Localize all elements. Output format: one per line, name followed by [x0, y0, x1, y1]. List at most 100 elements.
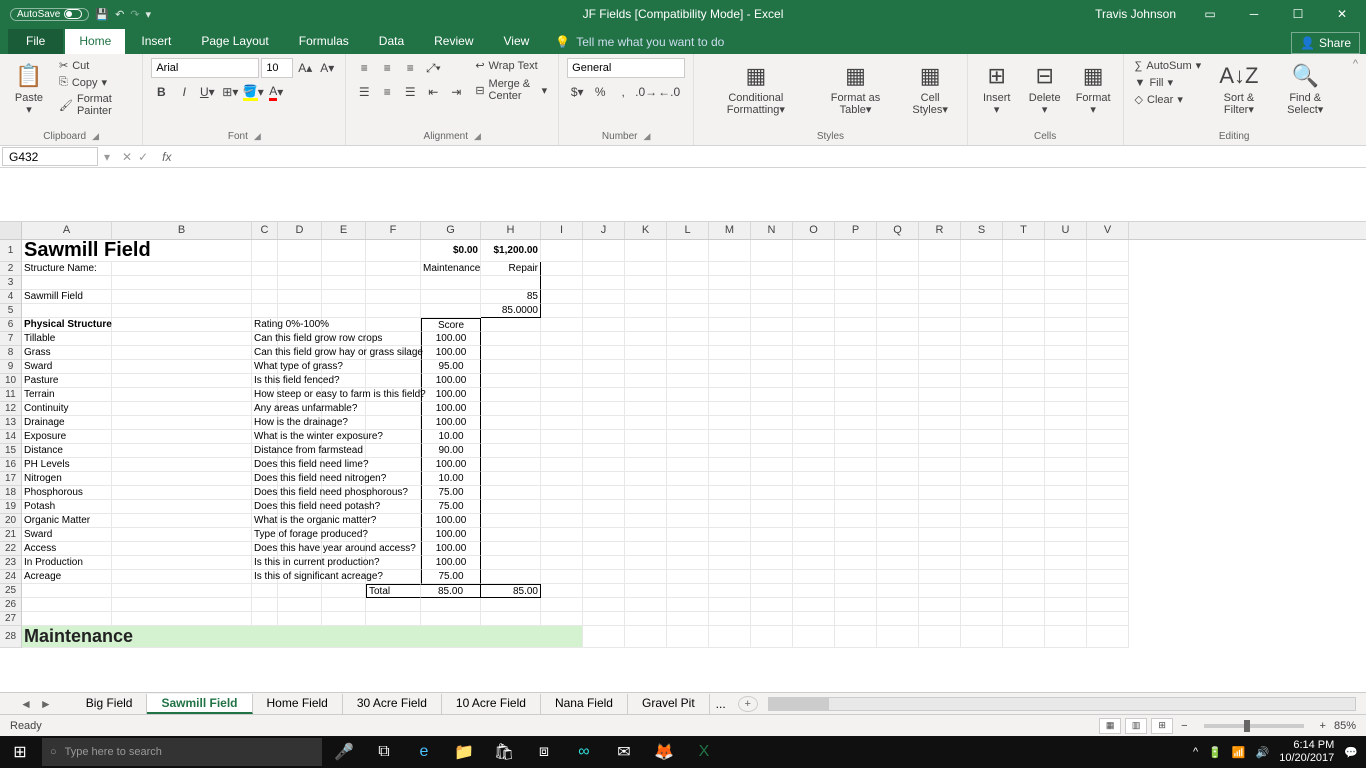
- cell[interactable]: Potash: [22, 500, 112, 514]
- cell[interactable]: [919, 416, 961, 430]
- cell[interactable]: [366, 402, 421, 416]
- cell[interactable]: [1087, 262, 1129, 276]
- cell[interactable]: [481, 402, 541, 416]
- cell[interactable]: [1087, 360, 1129, 374]
- row-header[interactable]: 7: [0, 332, 22, 346]
- cell[interactable]: [961, 556, 1003, 570]
- cell[interactable]: [1087, 402, 1129, 416]
- cell[interactable]: [751, 360, 793, 374]
- cell[interactable]: Phosphorous: [22, 486, 112, 500]
- cell[interactable]: [421, 612, 481, 626]
- edge-icon[interactable]: e: [404, 736, 444, 768]
- cell[interactable]: [751, 388, 793, 402]
- merge-center-button[interactable]: ⊟Merge & Center ▾: [472, 77, 550, 103]
- cell[interactable]: [1045, 612, 1087, 626]
- cell[interactable]: [709, 570, 751, 584]
- cell[interactable]: [1003, 570, 1045, 584]
- fill-color-button[interactable]: 🪣▾: [243, 82, 263, 102]
- mail-icon[interactable]: ✉: [604, 736, 644, 768]
- align-bottom-icon[interactable]: ≡: [400, 58, 420, 78]
- cell[interactable]: [961, 240, 1003, 262]
- cancel-formula-icon[interactable]: ✕: [122, 150, 132, 164]
- cell[interactable]: [1087, 626, 1129, 648]
- cell[interactable]: [793, 304, 835, 318]
- tab-page-layout[interactable]: Page Layout: [187, 29, 282, 54]
- cell[interactable]: [1045, 318, 1087, 332]
- cell[interactable]: [625, 240, 667, 262]
- cell[interactable]: [793, 318, 835, 332]
- cell[interactable]: [112, 444, 252, 458]
- normal-view-icon[interactable]: ▦: [1099, 718, 1121, 734]
- border-button[interactable]: ⊞▾: [220, 82, 240, 102]
- cell[interactable]: [1003, 556, 1045, 570]
- cell[interactable]: [112, 416, 252, 430]
- sheet-tab[interactable]: 10 Acre Field: [442, 694, 541, 714]
- cell[interactable]: 85.00: [421, 584, 481, 598]
- font-launcher-icon[interactable]: ◢: [254, 131, 261, 142]
- cell[interactable]: [252, 584, 278, 598]
- column-header[interactable]: A: [22, 222, 112, 239]
- cell[interactable]: 95.00: [421, 360, 481, 374]
- cell[interactable]: Drainage: [22, 416, 112, 430]
- cell[interactable]: [112, 318, 252, 332]
- cell[interactable]: Any areas unfarmable?: [252, 402, 278, 416]
- cell[interactable]: [583, 612, 625, 626]
- volume-icon[interactable]: 🔊: [1256, 746, 1270, 759]
- cell[interactable]: What is the organic matter?: [252, 514, 278, 528]
- cell[interactable]: [961, 276, 1003, 290]
- tell-me-search[interactable]: 💡Tell me what you want to do: [545, 30, 734, 54]
- cell[interactable]: [835, 402, 877, 416]
- cell[interactable]: [667, 472, 709, 486]
- cell[interactable]: [22, 598, 112, 612]
- cell[interactable]: [877, 332, 919, 346]
- cell[interactable]: [961, 472, 1003, 486]
- alignment-launcher-icon[interactable]: ◢: [474, 131, 481, 142]
- cell[interactable]: [583, 240, 625, 262]
- cell[interactable]: [793, 514, 835, 528]
- cell[interactable]: [835, 416, 877, 430]
- row-header[interactable]: 26: [0, 598, 22, 612]
- cell[interactable]: [793, 240, 835, 262]
- row-header[interactable]: 14: [0, 430, 22, 444]
- cell[interactable]: [541, 598, 583, 612]
- cell[interactable]: [835, 444, 877, 458]
- cell[interactable]: [667, 374, 709, 388]
- cell[interactable]: [481, 374, 541, 388]
- cell[interactable]: Sawmill Field: [22, 240, 252, 262]
- cell[interactable]: [709, 332, 751, 346]
- cell[interactable]: [751, 290, 793, 304]
- cell[interactable]: [835, 304, 877, 318]
- copy-button[interactable]: ⎘Copy ▾: [56, 75, 134, 90]
- cell[interactable]: [481, 416, 541, 430]
- cell[interactable]: [877, 570, 919, 584]
- cell[interactable]: [252, 290, 278, 304]
- cell[interactable]: Does this field need potash?: [252, 500, 278, 514]
- cell[interactable]: [252, 612, 278, 626]
- sheet-tab[interactable]: 30 Acre Field: [343, 694, 442, 714]
- row-header[interactable]: 9: [0, 360, 22, 374]
- cell[interactable]: [709, 444, 751, 458]
- cell[interactable]: Does this field need nitrogen?: [252, 472, 278, 486]
- cell[interactable]: [667, 332, 709, 346]
- cell[interactable]: [751, 612, 793, 626]
- cell[interactable]: Type of forage produced?: [252, 528, 278, 542]
- cell[interactable]: Distance: [22, 444, 112, 458]
- cell[interactable]: [793, 402, 835, 416]
- zoom-thumb[interactable]: [1244, 720, 1250, 732]
- cell[interactable]: [541, 374, 583, 388]
- redo-icon[interactable]: ↷: [130, 8, 139, 21]
- cell[interactable]: [583, 514, 625, 528]
- paste-button[interactable]: 📋 Paste▾: [8, 58, 50, 118]
- cell[interactable]: [835, 626, 877, 648]
- cell[interactable]: [835, 472, 877, 486]
- cell[interactable]: [481, 528, 541, 542]
- cell[interactable]: [751, 416, 793, 430]
- cell[interactable]: [481, 458, 541, 472]
- cell[interactable]: [1087, 458, 1129, 472]
- cell[interactable]: [793, 262, 835, 276]
- cell[interactable]: [1045, 584, 1087, 598]
- cell[interactable]: [1003, 332, 1045, 346]
- column-header[interactable]: C: [252, 222, 278, 239]
- cell[interactable]: Can this field grow row crops: [252, 332, 278, 346]
- cell[interactable]: 100.00: [421, 402, 481, 416]
